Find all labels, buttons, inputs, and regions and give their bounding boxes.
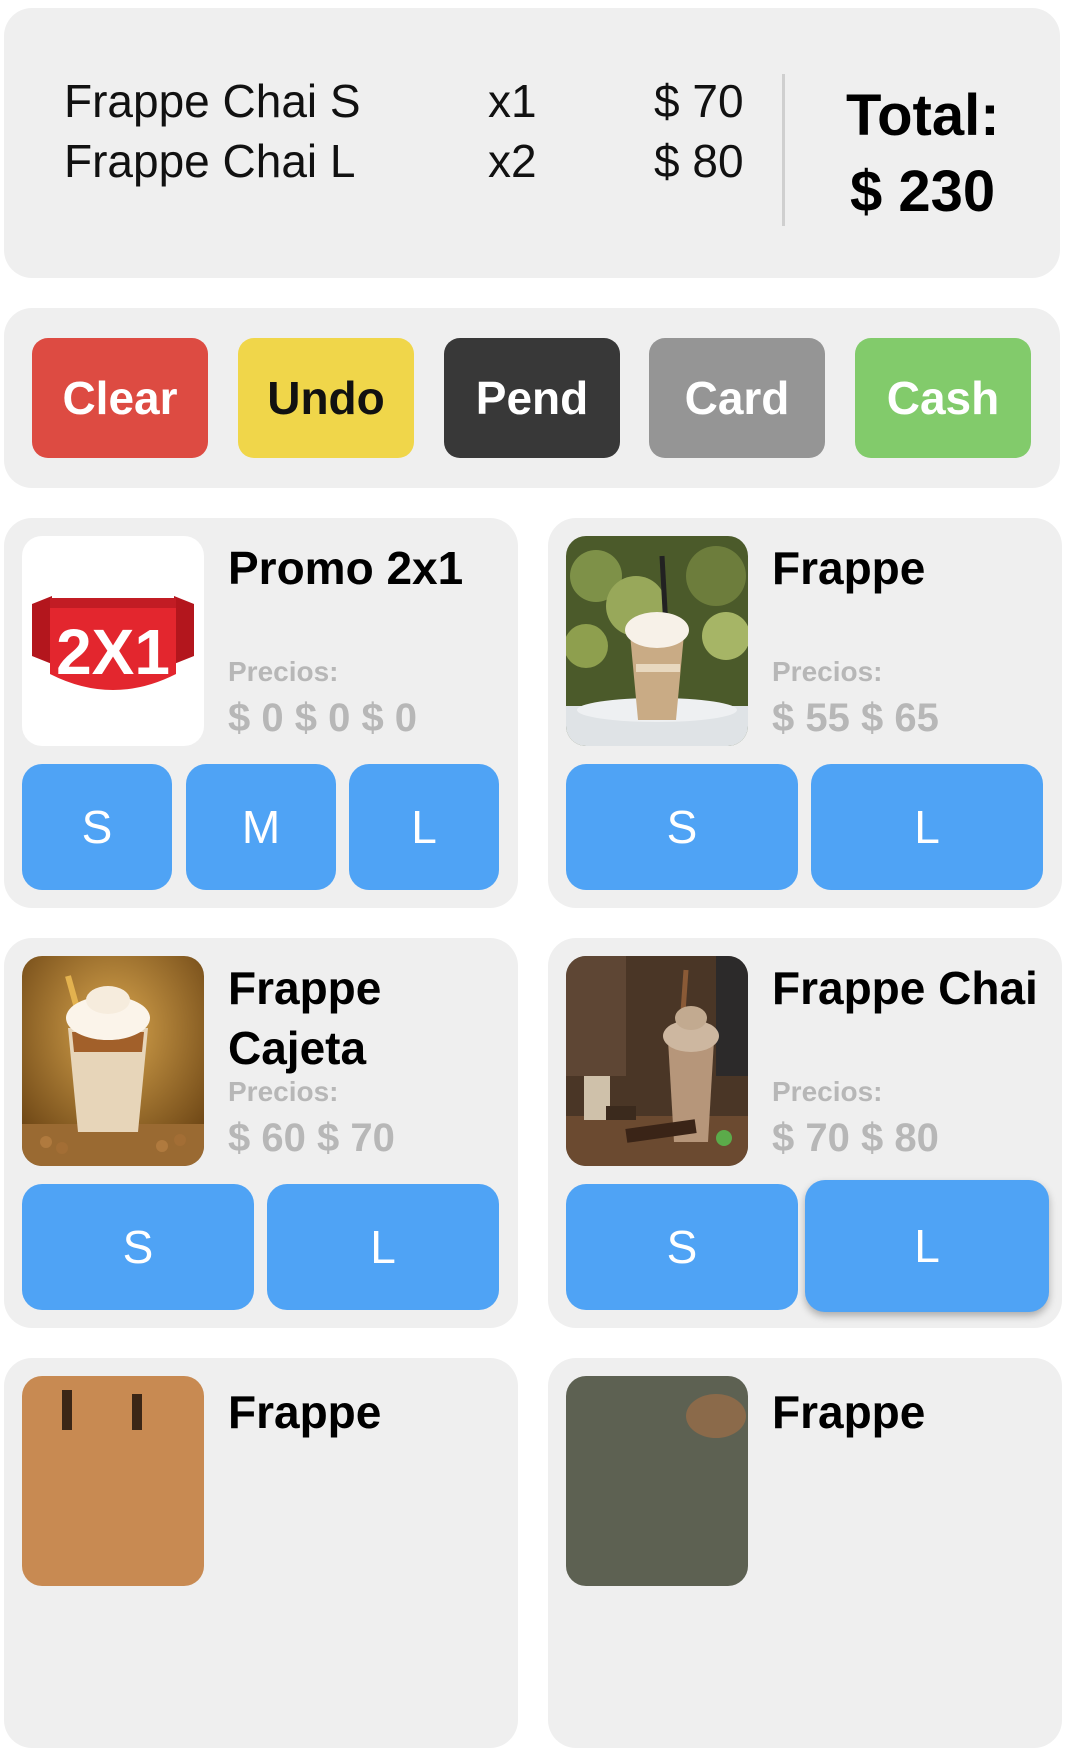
- order-line-price: $ 80: [654, 135, 744, 187]
- prices-label: Precios:: [228, 1076, 339, 1107]
- product-card-partial: Frappe: [4, 1358, 518, 1748]
- total-value: $ 230: [850, 159, 996, 224]
- frappe-chai-image: [566, 956, 748, 1166]
- promo-2x1-image: 2X1: [22, 536, 204, 746]
- clear-button[interactable]: Clear: [32, 338, 208, 458]
- size-s-button[interactable]: S: [566, 764, 798, 890]
- order-line-name: Frappe Chai L: [64, 135, 356, 187]
- order-line-price: $ 70: [654, 75, 744, 127]
- summary-divider: [782, 74, 785, 226]
- product-image: [22, 1376, 204, 1586]
- size-l-button[interactable]: L: [805, 1180, 1049, 1312]
- frappe-cajeta-drink-icon: [22, 956, 204, 1166]
- card-button[interactable]: Card: [649, 338, 825, 458]
- drink-photo-icon: [566, 1376, 748, 1586]
- product-name: Frappe: [228, 1386, 382, 1438]
- frappe-drink-icon: [566, 536, 748, 746]
- size-s-button[interactable]: S: [22, 1184, 254, 1310]
- product-card-promo-2x1: 2X1 Promo 2x1 Precios: $ 0 $ 0 $ 0 S M L: [4, 518, 518, 908]
- order-line-qty: x2: [488, 135, 537, 187]
- drink-photo-icon: [22, 1376, 204, 1586]
- undo-button[interactable]: Undo: [238, 338, 414, 458]
- prices-label: Precios:: [772, 656, 883, 687]
- frappe-chai-drink-icon: [566, 956, 748, 1166]
- prices-value: $ 55 $ 65: [772, 696, 939, 740]
- product-name: Frappe: [772, 542, 926, 594]
- frappe-cajeta-image: [22, 956, 204, 1166]
- size-s-button[interactable]: S: [566, 1184, 798, 1310]
- product-card-frappe-cajeta: Frappe Cajeta Precios: $ 60 $ 70 S L: [4, 938, 518, 1328]
- size-l-button[interactable]: L: [811, 764, 1043, 890]
- order-summary: Frappe Chai S x1 $ 70 Frappe Chai L x2 $…: [4, 8, 1060, 278]
- size-m-button[interactable]: M: [186, 764, 336, 890]
- frappe-image: [566, 536, 748, 746]
- order-line-name: Frappe Chai S: [64, 75, 361, 127]
- size-l-button[interactable]: L: [267, 1184, 499, 1310]
- action-bar: Clear Undo Pend Card Cash: [4, 308, 1060, 488]
- product-card-partial: Frappe: [548, 1358, 1062, 1748]
- product-image: [566, 1376, 748, 1586]
- prices-value: $ 0 $ 0 $ 0: [228, 696, 418, 740]
- product-name: Promo 2x1: [228, 542, 464, 594]
- size-l-button[interactable]: L: [349, 764, 499, 890]
- order-line-qty: x1: [488, 75, 537, 127]
- cash-button[interactable]: Cash: [855, 338, 1031, 458]
- product-name: Frappe Chai: [772, 962, 1038, 1014]
- product-name: Frappe: [772, 1386, 926, 1438]
- product-card-frappe-chai: Frappe Chai Precios: $ 70 $ 80 S L: [548, 938, 1062, 1328]
- product-name: Frappe Cajeta: [228, 962, 382, 1074]
- prices-label: Precios:: [228, 656, 339, 687]
- pend-button[interactable]: Pend: [444, 338, 620, 458]
- promo-badge-text: 2X1: [56, 616, 170, 688]
- product-card-frappe: Frappe Precios: $ 55 $ 65 S L: [548, 518, 1062, 908]
- prices-label: Precios:: [772, 1076, 883, 1107]
- total-label: Total:: [846, 83, 1000, 148]
- prices-value: $ 60 $ 70: [228, 1116, 395, 1160]
- prices-value: $ 70 $ 80: [772, 1116, 939, 1160]
- promo-badge-icon: 2X1: [32, 596, 194, 690]
- size-s-button[interactable]: S: [22, 764, 172, 890]
